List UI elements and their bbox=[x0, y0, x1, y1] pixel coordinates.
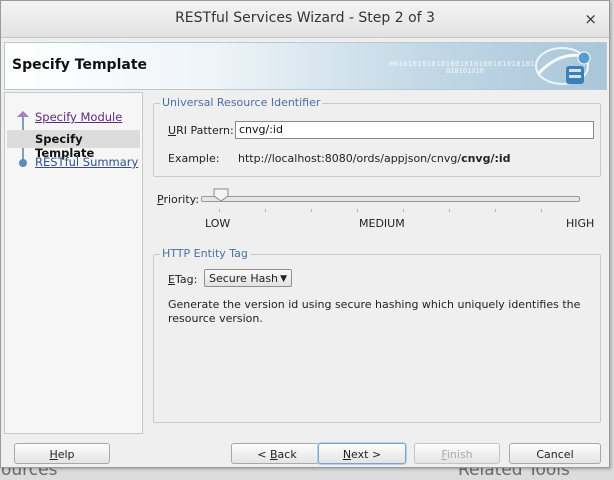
priority-label: Priority: bbox=[157, 193, 200, 206]
title-bar: RESTful Services Wizard - Step 2 of 3 × bbox=[1, 1, 609, 38]
uri-pattern-input[interactable]: cnvg/:id bbox=[235, 121, 594, 139]
nav-step-restful-summary[interactable]: RESTful Summary bbox=[35, 155, 138, 169]
close-icon[interactable]: × bbox=[584, 10, 597, 28]
window-title: RESTful Services Wizard - Step 2 of 3 bbox=[175, 10, 435, 26]
http-entity-tag-title: HTTP Entity Tag bbox=[160, 247, 250, 260]
slider-tick bbox=[311, 209, 312, 212]
slider-tick bbox=[219, 209, 220, 212]
example-url: http://localhost:8080/ords/appjson/cnvg/… bbox=[238, 152, 511, 165]
slider-tick bbox=[357, 209, 358, 212]
slider-tick bbox=[541, 209, 542, 212]
uri-group-title: Universal Resource Identifier bbox=[160, 96, 323, 109]
cancel-button[interactable]: Cancel bbox=[509, 443, 601, 464]
etag-label: ETag: bbox=[168, 273, 198, 286]
chevron-down-icon: ▼ bbox=[280, 274, 287, 284]
etag-select[interactable]: Secure Hash ▼ bbox=[204, 269, 292, 287]
etag-description: Generate the version id using secure has… bbox=[168, 298, 581, 325]
banner-binary-decoration: 010101010 bbox=[446, 67, 484, 75]
wizard-dialog: RESTful Services Wizard - Step 2 of 3 × … bbox=[0, 0, 610, 468]
network-globe-icon bbox=[535, 47, 591, 85]
etag-select-value: Secure Hash bbox=[209, 272, 279, 285]
next-button[interactable]: Next > bbox=[318, 443, 406, 464]
wizard-banner: Specify Template 00101010101010010101001… bbox=[4, 42, 607, 90]
uri-pattern-label: URI Pattern: bbox=[168, 124, 234, 137]
uri-group: Universal Resource Identifier URI Patter… bbox=[153, 96, 601, 177]
priority-level-low: LOW bbox=[205, 217, 231, 230]
slider-tick bbox=[495, 209, 496, 212]
slider-tick bbox=[403, 209, 404, 212]
example-label: Example: bbox=[168, 152, 220, 165]
back-button[interactable]: < Back bbox=[231, 443, 323, 464]
priority-slider-thumb[interactable] bbox=[213, 188, 229, 202]
help-button[interactable]: Help bbox=[14, 443, 110, 464]
wizard-content: Universal Resource Identifier URI Patter… bbox=[145, 90, 605, 433]
priority-level-medium: MEDIUM bbox=[359, 217, 405, 230]
priority-slider-track[interactable] bbox=[201, 196, 580, 202]
slider-tick bbox=[265, 209, 266, 212]
http-entity-tag-group: HTTP Entity Tag ETag: Secure Hash ▼ Gene… bbox=[153, 247, 601, 423]
slider-tick bbox=[449, 209, 450, 212]
nav-step-specify-template[interactable]: Specify Template bbox=[7, 130, 140, 160]
page-title: Specify Template bbox=[12, 57, 148, 73]
wizard-steps-nav: Specify Module Specify Template RESTful … bbox=[4, 92, 143, 434]
nav-step-specify-module[interactable]: Specify Module bbox=[35, 110, 122, 124]
priority-level-high: HIGH bbox=[566, 217, 595, 230]
finish-button[interactable]: Finish bbox=[414, 443, 500, 464]
